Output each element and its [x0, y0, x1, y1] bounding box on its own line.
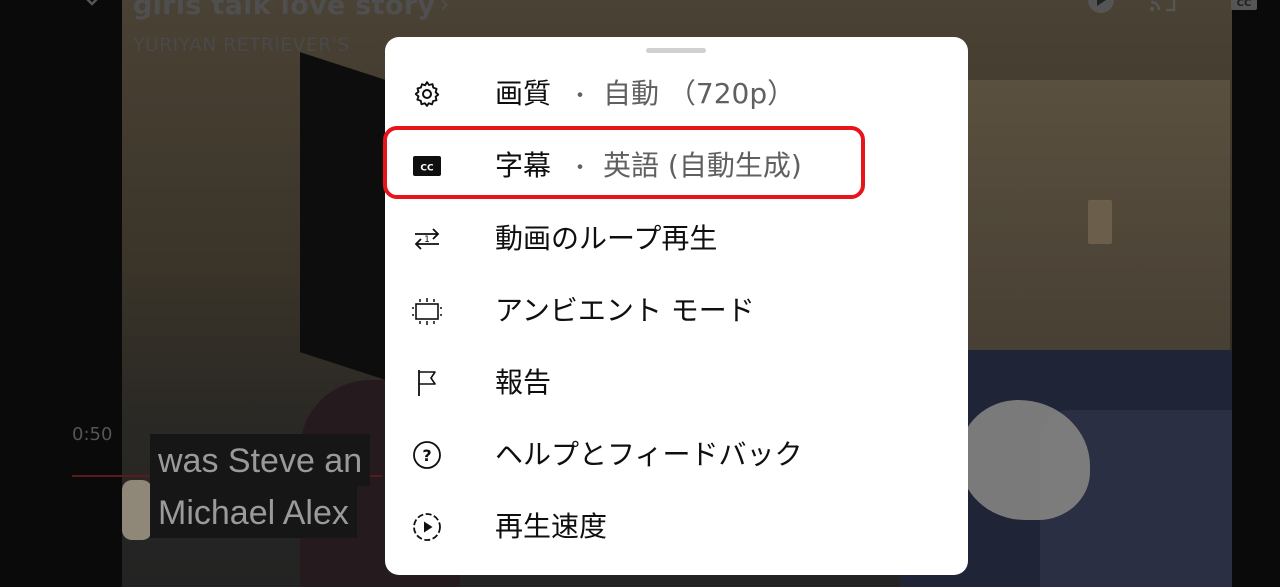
caption-line-1: was Steve an	[150, 434, 371, 486]
chevron-down-icon[interactable]	[78, 0, 106, 18]
menu-item-quality[interactable]: 画質・自動 （720p）	[385, 62, 968, 126]
svg-text:CC: CC	[1237, 0, 1252, 9]
flag-icon	[411, 367, 443, 399]
chevron-right-icon: ›	[440, 0, 450, 18]
menu-item-captions[interactable]: CC 字幕・英語 (自動生成)	[385, 134, 968, 198]
menu-item-loop[interactable]: 1 動画のループ再生	[385, 207, 968, 271]
video-frame-outlet	[1088, 200, 1112, 244]
current-time: 0:50	[72, 424, 113, 445]
menu-item-label: 画質	[495, 77, 552, 110]
channel-name[interactable]: YURIYAN RETRIEVER'S	[133, 34, 350, 56]
autoplay-icon[interactable]	[1086, 0, 1116, 18]
menu-item-label: ヘルプとフィードバック	[495, 438, 803, 471]
svg-text:?: ?	[422, 446, 431, 465]
caption-line-2: Michael Alex	[150, 486, 357, 538]
video-title[interactable]: girls talk love story	[133, 0, 435, 21]
loop-icon: 1	[411, 223, 443, 255]
menu-item-label: 動画のループ再生	[495, 222, 718, 255]
menu-item-ambient-mode[interactable]: アンビエント モード	[385, 279, 968, 343]
settings-sheet: 画質・自動 （720p） CC 字幕・英語 (自動生成) 1 動画のループ再生	[383, 37, 968, 575]
svg-text:CC: CC	[420, 164, 434, 174]
menu-item-label: アンビエント モード	[495, 294, 755, 327]
menu-item-label: 再生速度	[495, 510, 608, 543]
help-icon: ?	[411, 439, 443, 471]
gear-icon	[411, 78, 443, 110]
menu-item-value: 自動 （720p）	[603, 77, 796, 110]
video-frame-arm	[122, 480, 152, 540]
menu-item-value: 英語 (自動生成)	[603, 149, 802, 182]
menu-item-label: 字幕	[495, 149, 552, 182]
menu-item-playback-speed[interactable]: 再生速度	[385, 495, 968, 559]
closed-captions-icon: CC	[411, 150, 443, 182]
menu-item-report[interactable]: 報告	[385, 351, 968, 415]
menu-item-help[interactable]: ? ヘルプとフィードバック	[385, 423, 968, 487]
drag-handle[interactable]	[646, 48, 706, 53]
menu-item-label: 報告	[495, 366, 552, 399]
playback-speed-icon	[411, 511, 443, 543]
ambient-mode-icon	[411, 295, 443, 327]
separator: ・	[569, 84, 592, 109]
cast-icon[interactable]	[1148, 0, 1176, 18]
separator: ・	[569, 156, 592, 181]
captions-toggle-icon[interactable]: CC	[1230, 0, 1258, 18]
svg-text:1: 1	[424, 235, 430, 245]
